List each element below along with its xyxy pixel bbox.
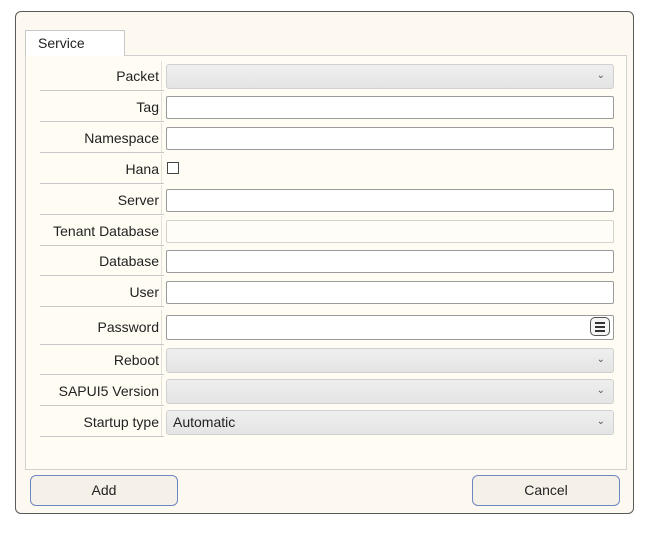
server-input[interactable] bbox=[166, 189, 614, 212]
column-separator bbox=[161, 92, 162, 122]
column-separator bbox=[161, 185, 162, 215]
row-namespace: Namespace bbox=[40, 123, 616, 153]
row-user: User bbox=[40, 277, 616, 307]
sapui5-version-select[interactable]: ⌄ bbox=[166, 379, 614, 404]
row-divider bbox=[40, 275, 164, 276]
server-label: Server bbox=[117, 192, 159, 208]
column-separator bbox=[161, 123, 162, 153]
database-label: Database bbox=[99, 253, 159, 269]
row-divider bbox=[40, 183, 164, 184]
tag-input[interactable] bbox=[166, 96, 614, 119]
chevron-down-icon: ⌄ bbox=[596, 354, 605, 365]
hana-checkbox[interactable] bbox=[167, 162, 179, 174]
chevron-down-icon: ⌄ bbox=[596, 70, 605, 81]
row-packet: Packet ⌄ bbox=[40, 61, 616, 91]
reboot-label: Reboot bbox=[113, 352, 159, 368]
reboot-select[interactable]: ⌄ bbox=[166, 348, 614, 373]
row-hana: Hana bbox=[40, 154, 616, 184]
column-separator bbox=[161, 154, 162, 184]
row-reboot: Reboot ⌄ bbox=[40, 345, 616, 375]
row-divider bbox=[40, 152, 164, 153]
password-input[interactable] bbox=[166, 315, 614, 340]
column-separator bbox=[161, 277, 162, 307]
packet-select[interactable]: ⌄ bbox=[166, 64, 614, 89]
hana-label: Hana bbox=[125, 161, 159, 177]
column-separator bbox=[161, 246, 162, 276]
tenant-database-input[interactable] bbox=[166, 220, 614, 243]
menu-lines-icon[interactable] bbox=[590, 317, 610, 336]
tenant-database-label: Tenant Database bbox=[53, 223, 159, 239]
startup-type-select[interactable]: Automatic ⌄ bbox=[166, 410, 614, 435]
row-database: Database bbox=[40, 246, 616, 276]
sapui5-version-label: SAPUI5 Version bbox=[58, 383, 159, 399]
startup-type-label: Startup type bbox=[83, 414, 160, 430]
column-separator bbox=[161, 61, 162, 91]
column-separator bbox=[161, 376, 162, 406]
tab-service[interactable]: Service bbox=[25, 30, 125, 56]
row-divider bbox=[40, 306, 164, 307]
column-separator bbox=[161, 407, 162, 437]
add-button[interactable]: Add bbox=[30, 475, 178, 506]
cancel-button[interactable]: Cancel bbox=[472, 475, 620, 506]
user-input[interactable] bbox=[166, 281, 614, 304]
row-sapui5-version: SAPUI5 Version ⌄ bbox=[40, 376, 616, 406]
row-server: Server bbox=[40, 185, 616, 215]
chevron-down-icon: ⌄ bbox=[596, 416, 605, 427]
row-divider bbox=[40, 121, 164, 122]
row-password: Password bbox=[40, 310, 616, 345]
column-separator bbox=[161, 216, 162, 246]
row-startup-type: Startup type Automatic ⌄ bbox=[40, 407, 616, 437]
password-label: Password bbox=[97, 319, 159, 335]
tab-service-label: Service bbox=[38, 35, 85, 51]
namespace-input[interactable] bbox=[166, 127, 614, 150]
row-tenant-database: Tenant Database bbox=[40, 216, 616, 246]
tag-label: Tag bbox=[136, 99, 159, 115]
row-tag: Tag bbox=[40, 92, 616, 122]
column-separator bbox=[161, 310, 162, 345]
row-divider bbox=[40, 436, 164, 437]
database-input[interactable] bbox=[166, 250, 614, 273]
packet-label: Packet bbox=[116, 68, 159, 84]
row-divider bbox=[40, 214, 164, 215]
row-divider bbox=[40, 90, 164, 91]
column-separator bbox=[161, 345, 162, 375]
chevron-down-icon: ⌄ bbox=[596, 385, 605, 396]
row-divider bbox=[40, 405, 164, 406]
row-divider bbox=[40, 374, 164, 375]
startup-type-select-value: Automatic bbox=[173, 414, 236, 430]
namespace-label: Namespace bbox=[84, 130, 159, 146]
user-label: User bbox=[129, 284, 159, 300]
